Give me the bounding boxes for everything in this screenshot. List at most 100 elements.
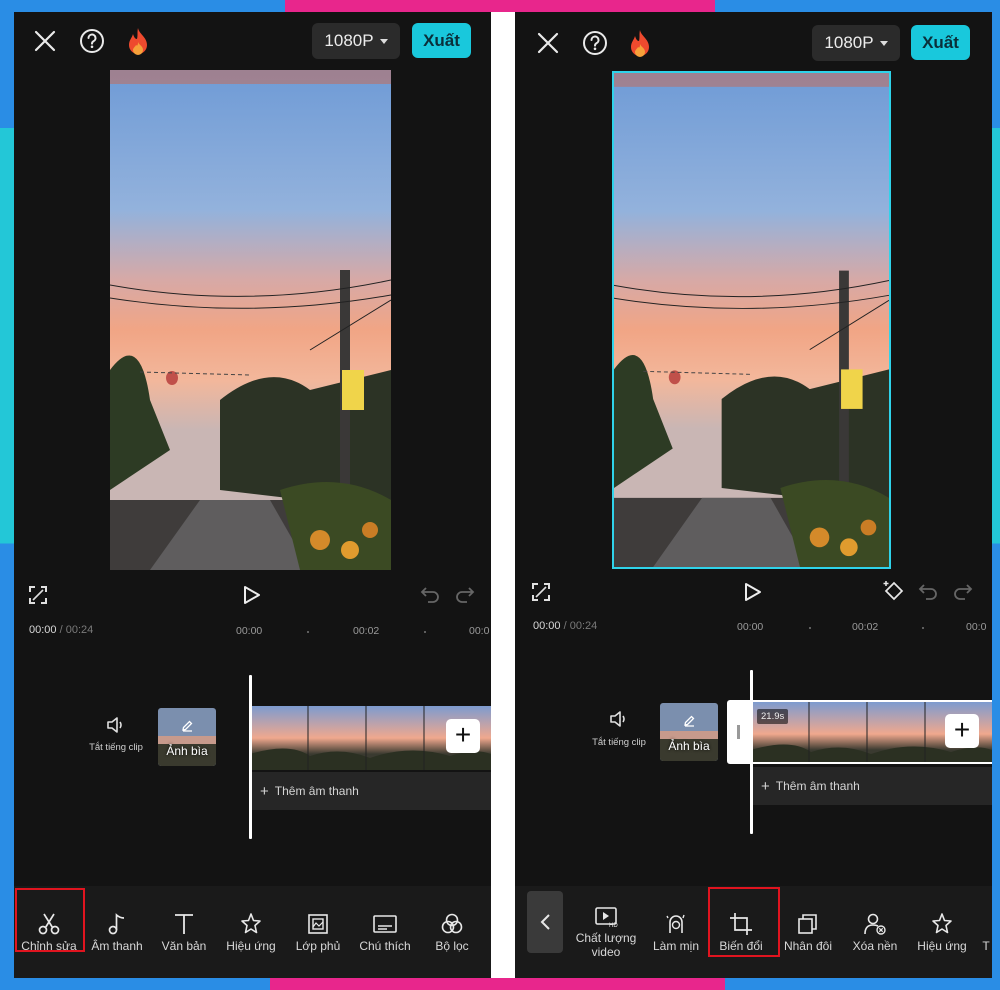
total-time: 00:24 [569,620,598,632]
ruler-dot [922,627,924,629]
flame-icon[interactable] [125,26,151,56]
undo-icon[interactable] [916,580,940,604]
resolution-value: 1080P [324,31,374,50]
mute-clip-label[interactable]: Tắt tiếng clip [584,737,654,748]
tool-partial[interactable]: T [979,886,992,978]
grip-icon [737,725,740,739]
export-button[interactable]: Xuất [412,23,471,58]
video-frame-image [614,73,889,567]
tool-text[interactable]: Văn bản [151,886,217,978]
resolution-dropdown[interactable]: 1080P [812,25,900,61]
text-icon [175,913,193,934]
filter-icon [441,913,463,933]
export-button[interactable]: Xuất [911,25,970,60]
sparkle-star-icon [932,912,952,933]
help-icon[interactable] [581,29,609,57]
ruler-tick-label: 00:00 [737,621,764,633]
total-time: 00:24 [65,624,94,636]
remove-bg-icon [864,913,886,935]
speaker-icon[interactable] [104,714,128,736]
cover-label: Ảnh bìa [668,739,710,753]
plus-icon: + [260,782,269,800]
flame-icon[interactable] [627,28,653,58]
resolution-value: 1080P [824,33,874,52]
close-icon[interactable] [32,28,58,54]
redo-icon[interactable] [951,580,975,604]
top-bar: 1080P Xuất [14,12,491,70]
undo-icon[interactable] [418,583,442,607]
ruler-tick-label: 00:02 [353,625,380,637]
left-screen: 1080P Xuất 00:00 / 00:24 00:00 00:02 00:… [14,12,491,978]
svg-text:HD: HD [609,923,618,928]
tool-video-quality[interactable]: HD Chất lượng video [569,886,643,978]
frame-band-bottom-pink [270,978,725,990]
add-audio-label: Thêm âm thanh [775,779,860,793]
tool-text-label: Văn bản [161,938,207,953]
fullscreen-icon[interactable] [26,583,50,607]
tool-remove-background-label: Xóa nền [852,938,898,953]
resolution-dropdown[interactable]: 1080P [312,23,400,59]
redo-icon[interactable] [453,583,477,607]
fullscreen-icon[interactable] [529,580,553,604]
time-readout: 00:00 / 00:24 [29,624,93,636]
highlight-box [708,887,780,957]
tool-overlay-label: Lớp phủ [295,938,341,953]
clip-trim-handle[interactable] [727,700,751,764]
current-time: 00:00 [29,624,57,636]
speaker-icon[interactable] [607,708,631,730]
add-audio-label: Thêm âm thanh [274,784,359,798]
cover-thumbnail[interactable]: Ảnh bìa [660,703,718,761]
ruler-dot [307,631,309,633]
tool-remove-background[interactable]: Xóa nền [842,886,908,978]
frame-band-top-pink [285,0,715,12]
caret-down-icon [879,40,888,46]
back-button[interactable] [527,891,563,953]
chevron-left-icon [540,914,550,930]
add-audio-button[interactable]: + Thêm âm thanh [751,767,992,805]
cover-label: Ảnh bìa [166,744,208,758]
help-icon[interactable] [78,27,106,55]
tool-audio[interactable]: Âm thanh [84,886,150,978]
tool-effects[interactable]: Hiệu ứng [909,886,975,978]
tool-overlay[interactable]: Lớp phủ [285,886,351,978]
video-preview[interactable] [612,71,891,569]
keyframe-icon[interactable] [881,578,907,604]
current-time: 00:00 [533,620,561,632]
frame-band-top-right [715,0,1000,12]
smooth-face-icon [666,914,685,933]
ruler-tick-label: 00:0 [469,625,490,637]
video-hd-icon: HD [595,906,618,928]
tool-smooth[interactable]: Làm mịn [643,886,709,978]
plus-icon: + [761,777,770,795]
sparkle-star-icon [241,912,261,933]
play-icon[interactable] [741,580,765,604]
time-readout: 00:00 / 00:24 [533,620,597,632]
pencil-icon [682,713,696,727]
clip-duration-badge: 21.9s [757,709,789,724]
time-separator: / [59,624,63,636]
time-separator: / [563,620,567,632]
add-clip-button[interactable]: + [945,714,979,748]
ruler-tick-label: 00:02 [852,621,879,633]
playhead[interactable] [249,675,252,839]
tool-video-quality-label: Chất lượng video [575,930,637,959]
close-icon[interactable] [535,30,561,56]
tool-duplicate[interactable]: Nhân đôi [775,886,841,978]
tool-duplicate-label: Nhân đôi [783,938,833,953]
tool-partial-label: T [982,938,990,953]
playhead[interactable] [750,670,753,834]
bottom-toolbar: HD Chất lượng video Làm mịn Biến đổi Nhâ… [515,886,992,978]
mute-clip-label[interactable]: Tắt tiếng clip [81,742,151,753]
cover-thumbnail[interactable]: Ảnh bìa [158,708,216,766]
ruler-tick-label: 00:00 [236,625,263,637]
video-preview[interactable] [110,70,391,570]
frame-band-top-left [0,0,285,12]
add-clip-button[interactable]: + [446,719,480,753]
tool-effects[interactable]: Hiệu ứng [218,886,284,978]
top-bar: 1080P Xuất [515,12,992,70]
tool-filter[interactable]: Bộ lọc [419,886,485,978]
playback-controls [515,572,992,612]
play-icon[interactable] [240,583,264,607]
tool-caption[interactable]: Chú thích [352,886,418,978]
add-audio-button[interactable]: + Thêm âm thanh [250,772,491,810]
